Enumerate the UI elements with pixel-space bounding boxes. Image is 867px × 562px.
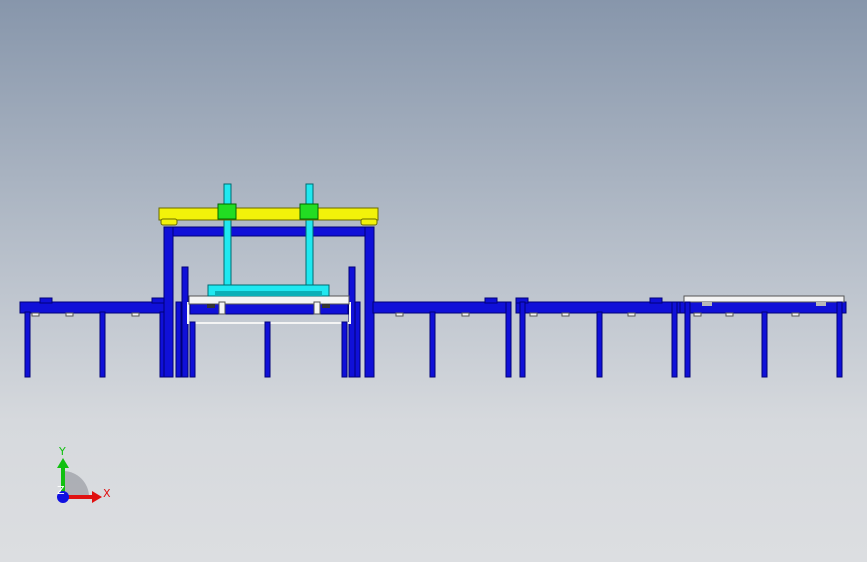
vertical-rail-left (223, 183, 232, 287)
left-table-top (19, 301, 166, 314)
triad-x-label: X (103, 487, 111, 500)
gantry-station (158, 183, 379, 378)
plate-clamp (313, 301, 321, 315)
middle-conveyor-table (372, 297, 512, 378)
right-table-leg (761, 311, 768, 378)
left-table-notch (39, 297, 53, 304)
gantry-top-beam (163, 226, 375, 237)
right-table-leg (684, 301, 691, 378)
right-work-plate (683, 295, 845, 303)
plate-stop (816, 302, 826, 306)
triad-x-arrow-icon (92, 491, 102, 503)
rm-table-leg (671, 301, 678, 378)
lift-table-leg (189, 321, 196, 378)
middle-table-leg (505, 301, 512, 378)
coordinate-triad[interactable]: X Y Z (57, 445, 111, 503)
roller-mark (65, 312, 74, 317)
rm-table-leg (519, 301, 526, 378)
left-table-leg (24, 311, 31, 378)
roller-mark (693, 312, 702, 317)
right-table-leg (836, 301, 843, 378)
lift-table-leg (264, 321, 271, 378)
roller-mark (561, 312, 570, 317)
roller-mark (529, 312, 538, 317)
rm-table-leg (596, 311, 603, 378)
middle-table-leg (429, 311, 436, 378)
roller-mark (395, 312, 404, 317)
roller-mark (725, 312, 734, 317)
roller-mark (627, 312, 636, 317)
triad-z-label: Z (57, 484, 65, 497)
yellow-gantry-beam (158, 207, 379, 221)
beam-foot (160, 218, 178, 226)
assembly-drawing: X Y Z (19, 183, 847, 503)
cad-viewport[interactable]: X Y Z (0, 0, 867, 562)
inner-post (354, 301, 361, 378)
plate-stop (702, 302, 712, 306)
carriage-block-right (299, 203, 319, 220)
plate-clamp (322, 304, 330, 308)
inner-post (175, 301, 182, 378)
middle-table-notch (484, 297, 498, 304)
plate-clamp (207, 304, 215, 308)
triad-y-arrow-icon (57, 458, 69, 468)
gantry-left-post (163, 226, 174, 378)
lift-table-leg (341, 321, 348, 378)
vertical-rail-right (305, 183, 314, 287)
triad-y-label: Y (58, 445, 66, 458)
plate-clamp (218, 301, 226, 315)
right-middle-conveyor-table (515, 297, 681, 378)
roller-mark (31, 312, 40, 317)
rm-table-notch (649, 297, 663, 304)
rail-crossbar-inner (215, 291, 322, 296)
left-table-notch (151, 297, 165, 304)
right-conveyor-table (679, 295, 847, 378)
beam-foot (360, 218, 378, 226)
roller-mark (131, 312, 140, 317)
left-conveyor-table (19, 297, 166, 378)
left-table-leg (99, 311, 106, 378)
rm-table-top (515, 301, 681, 314)
carriage-block-left (217, 203, 237, 220)
roller-mark (461, 312, 470, 317)
middle-table-top (372, 301, 512, 314)
work-plate (188, 295, 350, 305)
roller-mark (791, 312, 800, 317)
